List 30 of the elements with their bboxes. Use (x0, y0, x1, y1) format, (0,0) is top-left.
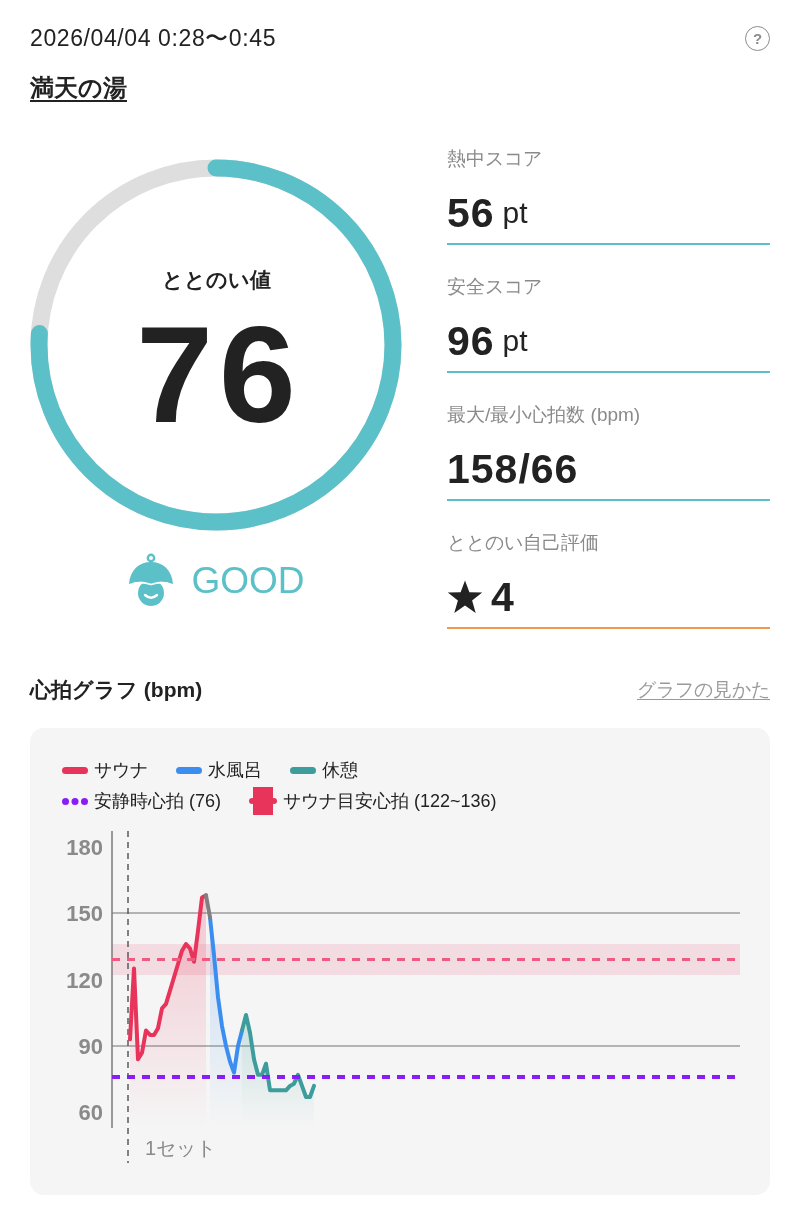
chart-title: 心拍グラフ (bpm) (30, 677, 203, 703)
stat-value: 56 (447, 190, 495, 236)
stat-label: 安全スコア (447, 276, 543, 298)
legend-label: 安静時心拍 (76) (94, 790, 221, 813)
stat-unit: pt (502, 323, 528, 359)
stat-value: 96 (447, 318, 495, 364)
star-icon (447, 580, 483, 614)
chart-help-link[interactable]: グラフの見かた (637, 677, 770, 703)
stat-label: 熱中スコア (447, 148, 543, 170)
axis-tick-label: 120 (66, 967, 103, 993)
rating-value: 4 (491, 574, 515, 620)
session-datetime: 2026/04/04 0:28〜0:45 (30, 24, 277, 52)
score-label: ととのい値 (161, 266, 271, 293)
legend-label: 休憩 (322, 759, 358, 782)
set-label: 1セット (145, 1137, 217, 1159)
axis-tick-label: 60 (78, 1100, 103, 1126)
legend-label: サウナ (94, 759, 148, 782)
legend-label: 水風呂 (208, 759, 262, 782)
axis-tick-label: 90 (78, 1034, 103, 1059)
axis-tick-label: 180 (66, 834, 103, 860)
facility-link[interactable]: 満天の湯 (30, 74, 127, 102)
stat-value: 158/66 (447, 446, 579, 492)
mascot-icon (127, 553, 176, 607)
rating-text: GOOD (191, 561, 305, 599)
stat-label: 最大/最小心拍数 (bpm) (447, 404, 642, 426)
legend-label: サウナ目安心拍 (122~136) (283, 790, 497, 813)
axis-tick-label: 150 (66, 901, 103, 926)
stat-unit: pt (502, 195, 528, 231)
stat-label: ととのい自己評価 (447, 532, 600, 554)
score-value: 76 (135, 304, 302, 443)
